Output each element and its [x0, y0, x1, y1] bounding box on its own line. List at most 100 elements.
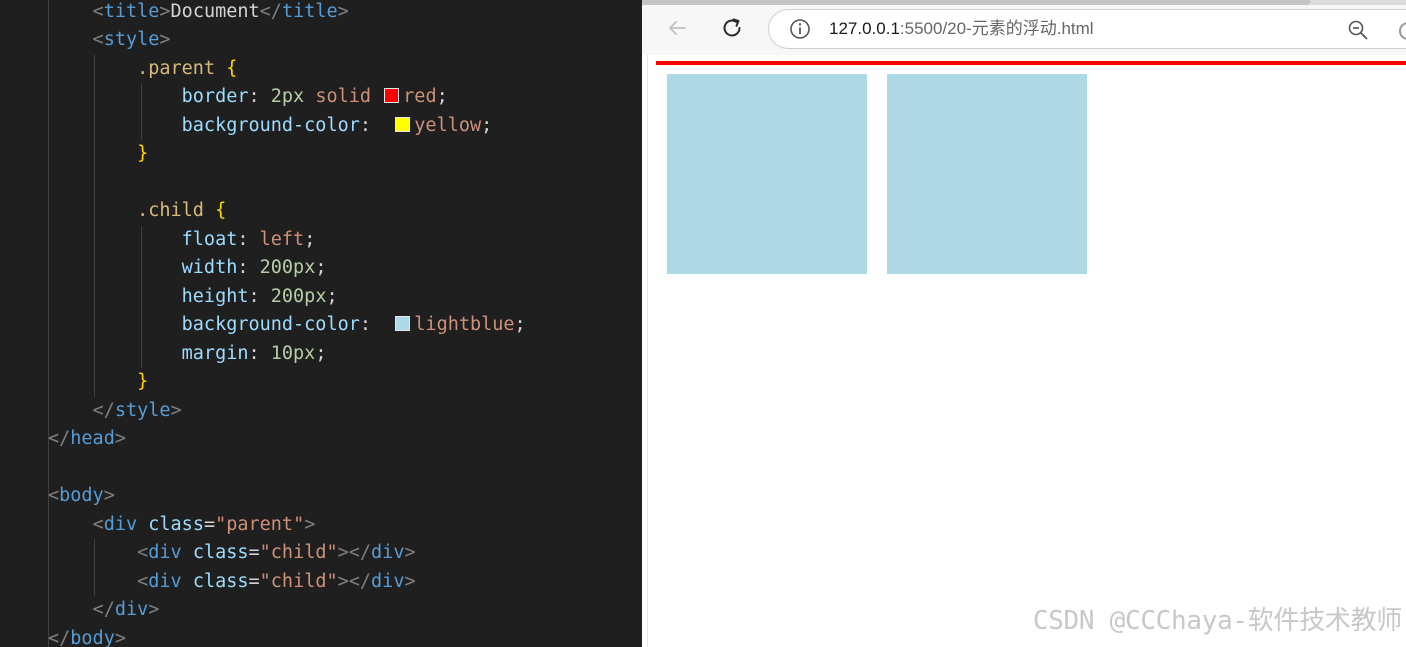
line-number: 8 — [0, 311, 22, 340]
code-token: { — [215, 200, 227, 221]
address-bar[interactable]: 127.0.0.1:5500/20-元素的浮动.html — [768, 9, 1406, 49]
code-token: yellow — [414, 114, 482, 136]
code-token: = — [203, 513, 216, 535]
code-line[interactable]: background-color: yellow; — [48, 112, 493, 141]
code-line[interactable]: <div class="parent"> — [48, 511, 316, 540]
code-token: < — [137, 542, 149, 563]
code-editor[interactable]: 78901234567890123456789 <title>Document<… — [0, 0, 642, 647]
code-token: > — [148, 599, 160, 620]
code-line[interactable]: .child { — [48, 197, 226, 226]
color-swatch[interactable] — [395, 316, 411, 331]
code-token: </ — [48, 627, 71, 647]
code-token: div — [114, 599, 149, 620]
extension-icon[interactable] — [1398, 21, 1406, 46]
code-token: div — [148, 570, 182, 592]
code-line[interactable]: } — [48, 368, 148, 397]
code-line[interactable]: border: 2px solid red; — [48, 83, 448, 112]
code-token: style — [114, 399, 171, 421]
code-token: "parent" — [215, 513, 305, 535]
code-token: > — [404, 570, 416, 592]
code-line[interactable]: </style> — [48, 397, 182, 426]
page-viewport — [647, 55, 1406, 647]
code-token: > — [304, 513, 316, 535]
code-line[interactable]: <body> — [48, 482, 115, 511]
code-line[interactable]: } — [48, 140, 148, 169]
code-token: ></ — [337, 542, 372, 563]
line-number: 2 — [0, 140, 22, 169]
code-line[interactable]: <div class="child"></div> — [48, 539, 416, 568]
arrow-left-icon — [666, 17, 688, 44]
code-token: < — [48, 485, 60, 506]
code-token: : — [359, 114, 394, 136]
line-number: 9 — [0, 340, 22, 369]
code-token: > — [170, 399, 182, 421]
code-line[interactable]: height: 200px; — [48, 283, 338, 312]
code-token: .parent — [137, 57, 216, 79]
reload-button[interactable] — [715, 13, 749, 47]
code-token: ; — [436, 86, 448, 107]
code-token: > — [159, 0, 171, 22]
url-host: 127.0.0.1 — [829, 19, 900, 38]
code-token: ; — [315, 257, 327, 278]
info-icon[interactable] — [789, 18, 811, 45]
line-number: 9 — [0, 55, 22, 84]
url-text[interactable]: 127.0.0.1:5500/20-元素的浮动.html — [829, 10, 1094, 48]
code-token: </ — [92, 599, 115, 620]
code-token: > — [159, 29, 171, 50]
code-token: ; — [315, 342, 327, 364]
line-number: 5 — [0, 226, 22, 255]
child-box-1 — [667, 74, 867, 274]
code-token: border — [181, 86, 249, 107]
code-line[interactable]: </head> — [48, 425, 126, 454]
line-number: 8 — [0, 596, 22, 625]
code-token: title — [103, 0, 160, 22]
code-token: { — [226, 57, 238, 79]
code-line[interactable]: .parent { — [48, 55, 237, 84]
code-token: background-color — [181, 314, 360, 335]
code-line[interactable]: margin: 10px; — [48, 340, 327, 369]
code-token: ; — [481, 114, 493, 136]
code-token: title — [281, 0, 338, 22]
code-token: : — [237, 228, 260, 250]
code-token: </ — [48, 399, 115, 421]
code-line[interactable]: <title>Document</title> — [48, 0, 349, 26]
color-swatch[interactable] — [384, 88, 400, 103]
code-token: body — [59, 485, 104, 506]
line-number: 1 — [0, 397, 22, 426]
code-line[interactable]: </body> — [48, 625, 126, 647]
color-swatch[interactable] — [395, 116, 411, 132]
code-line[interactable]: </div> — [48, 596, 160, 625]
code-line[interactable]: <div class="child"></div> — [48, 568, 416, 597]
code-line[interactable]: float: left; — [48, 226, 316, 255]
code-token: div — [103, 513, 138, 535]
zoom-out-icon[interactable] — [1347, 19, 1369, 46]
line-number: 4 — [0, 197, 22, 226]
code-token: 200px — [259, 257, 316, 278]
code-token: : — [248, 342, 271, 364]
line-number: 6 — [0, 539, 22, 568]
code-token: solid — [315, 86, 372, 107]
code-token: > — [337, 0, 349, 22]
code-token: red — [403, 86, 437, 107]
code-line[interactable]: background-color: lightblue; — [48, 311, 526, 340]
back-button[interactable] — [660, 13, 694, 47]
code-token: > — [103, 485, 115, 506]
code-token: div — [371, 570, 405, 592]
reload-icon — [720, 16, 744, 45]
code-line[interactable]: <style> — [48, 26, 171, 55]
code-line[interactable]: width: 200px; — [48, 254, 327, 283]
